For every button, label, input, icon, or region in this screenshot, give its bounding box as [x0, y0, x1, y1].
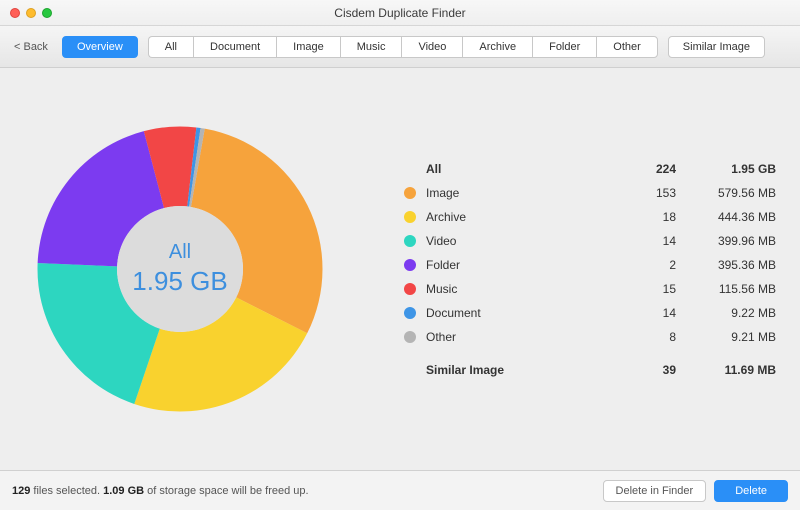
legend-count: 153 [620, 181, 680, 205]
legend-count: 15 [620, 277, 680, 301]
chart-center-value: 1.95 GB [132, 266, 227, 297]
legend-color-dot [404, 211, 416, 223]
legend-name: Video [422, 229, 620, 253]
legend-all-count: 224 [620, 157, 680, 181]
tab-other[interactable]: Other [596, 36, 658, 58]
tab-folder[interactable]: Folder [532, 36, 596, 58]
content-area: All 1.95 GB All 224 1.95 GB Image153579.… [0, 68, 800, 470]
donut-chart: All 1.95 GB [30, 119, 330, 419]
files-selected-count: 129 [12, 485, 30, 497]
legend-name: Folder [422, 253, 620, 277]
similar-image-button[interactable]: Similar Image [668, 36, 765, 58]
close-icon[interactable] [10, 8, 20, 18]
legend-name: Image [422, 181, 620, 205]
legend-name: Music [422, 277, 620, 301]
chart-center: All 1.95 GB [30, 119, 330, 419]
delete-in-finder-button[interactable]: Delete in Finder [603, 480, 707, 502]
tab-archive[interactable]: Archive [462, 36, 532, 58]
legend-count: 18 [620, 205, 680, 229]
titlebar: Cisdem Duplicate Finder [0, 0, 800, 26]
tab-all[interactable]: All [148, 36, 193, 58]
overview-button[interactable]: Overview [62, 36, 138, 58]
legend-size: 115.56 MB [680, 277, 780, 301]
tab-music[interactable]: Music [340, 36, 402, 58]
legend-name: Document [422, 301, 620, 325]
category-tabs: All Document Image Music Video Archive F… [148, 36, 658, 58]
legend-row: Video14399.96 MB [400, 229, 780, 253]
tab-document[interactable]: Document [193, 36, 276, 58]
window-controls [10, 8, 52, 18]
window-title: Cisdem Duplicate Finder [0, 6, 800, 20]
legend-all-row: All 224 1.95 GB [400, 157, 780, 181]
legend-color-dot [404, 283, 416, 295]
legend-count: 2 [620, 253, 680, 277]
back-button[interactable]: < Back [10, 41, 52, 53]
legend-name: Archive [422, 205, 620, 229]
space-freed: 1.09 GB [103, 485, 144, 497]
legend-row: Other89.21 MB [400, 325, 780, 349]
legend-row: Archive18444.36 MB [400, 205, 780, 229]
legend-size: 9.22 MB [680, 301, 780, 325]
footer: 129 files selected. 1.09 GB of storage s… [0, 470, 800, 510]
delete-button[interactable]: Delete [714, 480, 788, 502]
legend-size: 444.36 MB [680, 205, 780, 229]
legend-size: 579.56 MB [680, 181, 780, 205]
legend-size: 395.36 MB [680, 253, 780, 277]
legend-count: 8 [620, 325, 680, 349]
legend-row: Folder2395.36 MB [400, 253, 780, 277]
legend-all-size: 1.95 GB [680, 157, 780, 181]
toolbar: < Back Overview All Document Image Music… [0, 26, 800, 68]
legend: All 224 1.95 GB Image153579.56 MBArchive… [400, 157, 780, 382]
legend-row: Document149.22 MB [400, 301, 780, 325]
legend-similar-name: Similar Image [422, 349, 620, 382]
legend-count: 14 [620, 229, 680, 253]
legend-count: 14 [620, 301, 680, 325]
legend-color-dot [404, 187, 416, 199]
legend-color-dot [404, 331, 416, 343]
tab-image[interactable]: Image [276, 36, 340, 58]
legend-color-dot [404, 259, 416, 271]
status-sep2: of storage space will be freed up. [144, 485, 308, 497]
legend-similar-size: 11.69 MB [680, 349, 780, 382]
legend-color-dot [404, 307, 416, 319]
legend-row: Image153579.56 MB [400, 181, 780, 205]
legend-name: Other [422, 325, 620, 349]
legend-similar-row: Similar Image 39 11.69 MB [400, 349, 780, 382]
legend-similar-count: 39 [620, 349, 680, 382]
status-sep1: files selected. [30, 485, 103, 497]
legend-size: 9.21 MB [680, 325, 780, 349]
legend-all-name: All [422, 157, 620, 181]
status-text: 129 files selected. 1.09 GB of storage s… [12, 485, 309, 497]
legend-row: Music15115.56 MB [400, 277, 780, 301]
tab-video[interactable]: Video [401, 36, 462, 58]
legend-size: 399.96 MB [680, 229, 780, 253]
fullscreen-icon[interactable] [42, 8, 52, 18]
chart-center-label: All [169, 241, 191, 264]
minimize-icon[interactable] [26, 8, 36, 18]
legend-color-dot [404, 235, 416, 247]
